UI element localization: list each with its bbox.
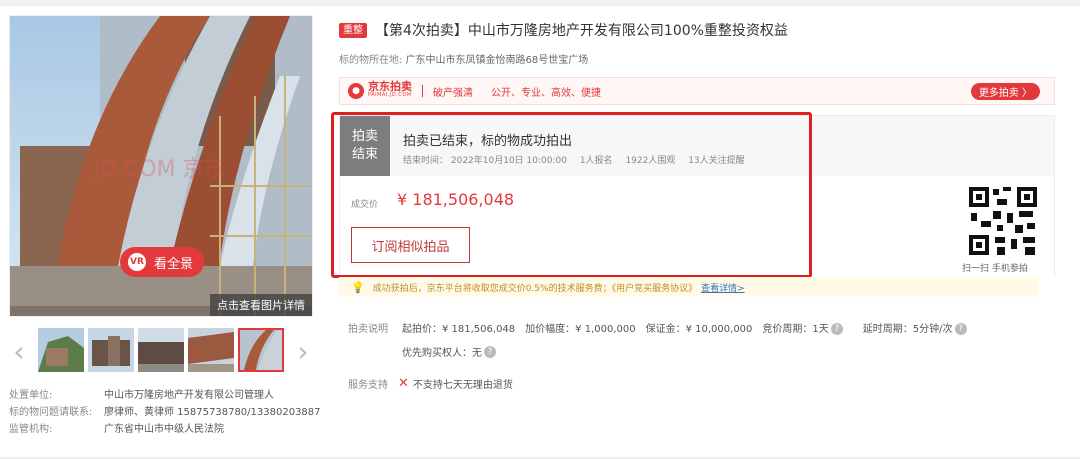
qr-caption: 扫一扫 手机参拍 — [962, 264, 1028, 274]
help-icon[interactable]: ? — [954, 323, 967, 335]
page-title: 【第4次拍卖】中山市万隆房地产开发有限公司100%重整投资权益 — [375, 23, 788, 39]
panorama-label: 看全景 — [154, 256, 194, 272]
jd-dog-icon: ● — [348, 83, 364, 99]
service-text: 不支持七天无理由退货 — [412, 380, 513, 391]
location-label: 标的物所在地: — [339, 55, 403, 66]
help-icon[interactable]: ? — [830, 323, 843, 335]
view-details-link[interactable]: 查看详情> — [701, 281, 745, 294]
more-auctions-button[interactable]: 更多拍卖 〉 — [970, 83, 1040, 100]
delay-period-text: 延时周期：5分钟/次 — [862, 324, 953, 335]
bid-increment: 加价幅度：¥ 1,000,000 — [525, 324, 636, 335]
thumbnail-1[interactable] — [38, 328, 84, 372]
brand-slogan: 公开、专业、高效、便捷 — [491, 87, 601, 99]
title-row: 重整 【第4次拍卖】中山市万隆房地产开发有限公司100%重整投资权益 — [339, 20, 788, 40]
org-row: 标的物问题请联系: 廖律师、黄律师 15875738780/1338020388… — [9, 404, 321, 421]
thumbnail-strip: ‹ › — [9, 326, 313, 376]
organization-info: 处置单位: 中山市万隆房地产开发有限公司管理人 标的物问题请联系: 廖律师、黄律… — [9, 387, 321, 438]
jd-auction-logo[interactable]: ● 京东拍卖 PAIMAI.JD.COM — [348, 80, 412, 100]
vr-icon: VR — [128, 253, 146, 271]
notice-text: 成功获拍后，京东平台将收取您成交价0.5%的技术服务费；《用户竞买服务协议》 — [372, 283, 698, 294]
main-product-image[interactable]: JD.COM 京东 VR 看全景 点击查看图片详情 — [9, 15, 313, 317]
delay-period: 延时周期：5分钟/次? — [863, 320, 977, 335]
org-key: 监管机构: — [9, 424, 53, 435]
bidding-period-text: 竞价周期：1天 — [762, 324, 829, 335]
red-highlight-box — [331, 112, 812, 278]
org-row: 处置单位: 中山市万隆房地产开发有限公司管理人 — [9, 387, 321, 404]
params-label: 拍卖说明 — [348, 324, 388, 335]
bidding-period: 竞价周期：1天? — [762, 320, 852, 335]
service-fee-notice: 💡 成功获拍后，京东平台将收取您成交价0.5%的技术服务费；《用户竞买服务协议》… — [339, 277, 1039, 297]
thumbnail-3[interactable] — [138, 328, 184, 372]
logo-main-text: 京东拍卖 — [368, 80, 412, 93]
service-label: 服务支持 — [348, 380, 388, 391]
location: 标的物所在地: 广东中山市东凤镇金怡南路68号世宝广场 — [339, 51, 588, 66]
service-support: 服务支持 ✕ 不支持七天无理由退货 — [348, 376, 513, 391]
reorganization-badge: 重整 — [339, 22, 367, 38]
view-image-details-link[interactable]: 点击查看图片详情 — [210, 294, 312, 316]
brand-bar: ● 京东拍卖 PAIMAI.JD.COM 破产强清 公开、专业、高效、便捷 更多… — [339, 77, 1055, 105]
panorama-button[interactable]: VR 看全景 — [120, 247, 204, 277]
priority-buyer: 优先购买权人：无 — [402, 348, 482, 359]
thumbnail-2[interactable] — [88, 328, 134, 372]
org-value: 广东省中山市中级人民法院 — [104, 424, 224, 435]
deposit: 保证金：¥ 10,000,000 — [645, 324, 753, 335]
logo-sub-text: PAIMAI.JD.COM — [368, 92, 412, 98]
org-value: 中山市万隆房地产开发有限公司管理人 — [104, 390, 274, 401]
start-price: 起拍价：¥ 181,506,048 — [402, 324, 516, 335]
cross-icon: ✕ — [398, 376, 409, 391]
org-key: 标的物问题请联系: — [9, 407, 93, 418]
help-icon[interactable]: ? — [484, 345, 496, 358]
thumb-next-arrow-icon[interactable]: › — [293, 335, 313, 368]
qr-code-icon[interactable] — [967, 185, 1039, 257]
org-value: 廖律师、黄律师 15875738780/13380203887 — [104, 407, 321, 418]
org-row: 监管机构: 广东省中山市中级人民法院 — [9, 421, 321, 438]
bankruptcy-tag: 破产强清 — [433, 87, 473, 99]
lightbulb-icon: 💡 — [351, 280, 365, 294]
thumbnail-5-selected[interactable] — [238, 328, 284, 372]
top-bar — [0, 0, 1080, 6]
watermark: JD.COM 京东 — [91, 157, 226, 182]
thumbnail-4[interactable] — [188, 328, 234, 372]
divider — [422, 85, 423, 97]
location-value: 广东中山市东凤镇金怡南路68号世宝广场 — [405, 55, 589, 66]
org-key: 处置单位: — [9, 390, 53, 401]
thumb-prev-arrow-icon[interactable]: ‹ — [9, 335, 29, 368]
